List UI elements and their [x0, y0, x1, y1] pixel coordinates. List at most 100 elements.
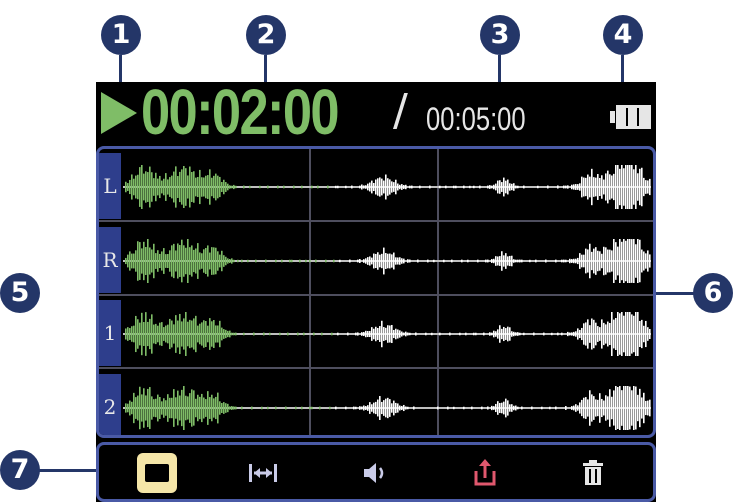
waveform-sample — [383, 247, 385, 275]
waveform-sample — [625, 386, 627, 430]
waveform-sample — [165, 173, 167, 201]
waveform-sample — [505, 253, 507, 269]
waveform-sample — [223, 255, 225, 267]
trim-button[interactable] — [243, 453, 283, 493]
waveform-sample — [537, 185, 539, 189]
waveform-sample — [161, 322, 163, 346]
waveform-sample — [607, 170, 609, 204]
waveform-sample — [223, 402, 225, 414]
waveform-sample — [215, 173, 217, 201]
waveform-sample — [611, 396, 613, 420]
waveform-sample — [143, 388, 145, 428]
waveform-sample — [139, 167, 141, 207]
track-l[interactable]: L — [99, 149, 653, 219]
folder-icon — [145, 464, 169, 482]
waveform-sample — [217, 251, 219, 271]
waveform-sample — [373, 182, 375, 192]
waveform-sample — [621, 390, 623, 426]
waveform-sample — [605, 395, 607, 421]
waveform-sample — [141, 312, 143, 356]
waveform-sample — [391, 181, 393, 193]
waveform-sample — [499, 325, 501, 343]
waveform-sample — [461, 259, 463, 263]
waveform-sample — [295, 406, 297, 410]
waveform-sample — [445, 185, 447, 189]
waveform-sample — [535, 259, 537, 263]
waveform-sample — [373, 402, 375, 414]
waveform-sample — [235, 332, 237, 336]
waveform-sample — [571, 332, 573, 336]
waveform-sample — [523, 185, 525, 189]
waveform-sample — [329, 406, 331, 410]
waveform-display[interactable]: L R 1 2 — [96, 146, 656, 438]
export-button[interactable] — [465, 453, 505, 493]
waveform-sample — [371, 257, 373, 265]
waveform-sample — [521, 259, 523, 263]
waveform-sample — [579, 329, 581, 339]
waveform-sample — [639, 168, 641, 206]
waveform-sample — [203, 177, 205, 197]
waveform-sample — [283, 185, 285, 189]
waveform-sample — [181, 321, 183, 347]
waveform-sample — [377, 327, 379, 341]
waveform-sample — [621, 241, 623, 281]
waveform — [123, 239, 651, 283]
waveform-sample — [187, 175, 189, 199]
waveform-sample — [389, 325, 391, 343]
waveform-sample — [607, 321, 609, 347]
waveform-sample — [221, 403, 223, 413]
delete-button[interactable] — [573, 453, 613, 493]
waveform-sample — [595, 177, 597, 197]
waveform-sample — [583, 397, 585, 419]
waveform-sample — [629, 312, 631, 356]
waveform-sample — [399, 257, 401, 265]
waveform-sample — [569, 332, 571, 336]
waveform-sample — [319, 406, 321, 410]
waveform-sample — [395, 402, 397, 414]
waveform-sample — [501, 328, 503, 340]
waveform-sample — [377, 178, 379, 196]
waveform-sample — [625, 312, 627, 356]
waveform-sample — [599, 178, 601, 196]
waveform-sample — [507, 179, 509, 195]
waveform-sample — [613, 173, 615, 201]
waveform-sample — [607, 249, 609, 273]
waveform-sample — [405, 331, 407, 337]
waveform-sample — [199, 169, 201, 205]
waveform-sample — [611, 250, 613, 272]
waveform-sample — [179, 395, 181, 421]
waveform-sample — [151, 249, 153, 273]
waveform-sample — [611, 312, 613, 356]
track-r[interactable]: R — [99, 223, 653, 293]
waveform-sample — [409, 259, 411, 263]
waveform-sample — [171, 397, 173, 419]
waveform-sample — [637, 239, 639, 283]
trash-icon — [583, 460, 603, 485]
waveform-sample — [345, 185, 347, 189]
waveform-sample — [345, 406, 347, 410]
waveform-sample — [129, 251, 131, 271]
waveform-sample — [515, 332, 517, 336]
track-1[interactable]: 1 — [99, 296, 653, 366]
waveform-sample — [333, 259, 335, 263]
waveform-sample — [561, 332, 563, 336]
waveform-sample — [163, 398, 165, 418]
waveform-sample — [567, 331, 569, 337]
folder-button[interactable] — [137, 453, 177, 493]
track-2[interactable]: 2 — [99, 370, 653, 435]
waveform-sample — [417, 259, 419, 263]
waveform-sample — [213, 175, 215, 199]
waveform-sample — [147, 321, 149, 347]
waveform-sample — [133, 178, 135, 196]
waveform — [123, 386, 651, 430]
waveform-sample — [475, 332, 477, 336]
waveform-sample — [363, 405, 365, 411]
waveform-sample — [125, 181, 127, 193]
volume-button[interactable] — [355, 453, 395, 493]
waveform-sample — [635, 312, 637, 356]
waveform-sample — [361, 184, 363, 190]
waveform-sample — [489, 185, 491, 189]
waveform-sample — [205, 399, 207, 417]
waveform-sample — [497, 256, 499, 266]
waveform-sample — [235, 185, 237, 189]
